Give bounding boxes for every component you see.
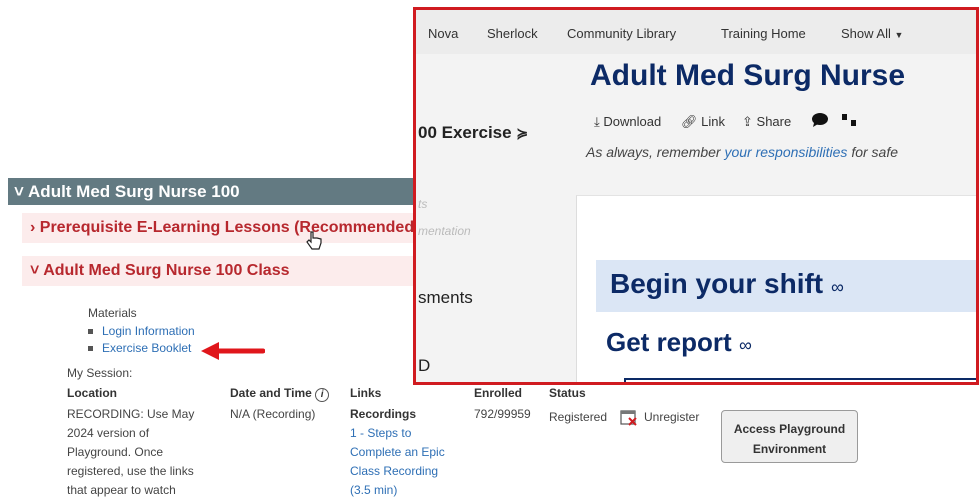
nav-training-home[interactable]: Training Home	[721, 26, 806, 41]
bullet-icon	[88, 329, 93, 335]
responsibilities-link[interactable]: your responsibilities	[724, 144, 847, 160]
date-cell: N/A (Recording)	[230, 407, 316, 421]
overlay-sidebar-faded-1: ts	[418, 197, 428, 211]
col-location: Location	[67, 386, 117, 400]
prerequisite-label: Prerequisite E-Learning Lessons (Recomme…	[39, 219, 420, 236]
overlay-sidebar-item-assessments[interactable]: sments	[418, 288, 473, 308]
exercise-booklet-link[interactable]: Exercise Booklet	[102, 341, 191, 355]
unregister-link[interactable]: Unregister	[644, 408, 699, 427]
nav-community-library[interactable]: Community Library	[567, 26, 676, 41]
enrolled-cell: 792/99959	[474, 407, 531, 421]
bullet-icon	[88, 346, 93, 352]
overlay-sidebar-item-d[interactable]: D	[418, 356, 430, 376]
link-tool[interactable]: 🔗︎ Link	[681, 114, 725, 130]
info-icon[interactable]: i	[315, 388, 330, 402]
hand-cursor-icon	[306, 231, 322, 256]
links-cell: Recordings 1 - Steps to Complete an Epic…	[350, 405, 460, 500]
red-arrow-annotation	[199, 340, 266, 367]
chevron-down-icon: ˅	[30, 262, 44, 279]
zoomed-screenshot-overlay: Nova Sherlock Community Library Training…	[413, 7, 979, 385]
calendar-remove-icon[interactable]	[620, 408, 638, 431]
thumbs-icon[interactable]	[841, 112, 859, 133]
recording-link[interactable]: 1 - Steps to Complete an Epic Class Reco…	[350, 424, 460, 500]
recordings-heading: Recordings	[350, 407, 417, 421]
material-item-login[interactable]: Login Information	[88, 324, 195, 338]
session-heading: My Session:	[67, 366, 133, 380]
course-title: Adult Med Surg Nurse 100	[28, 182, 240, 201]
caret-down-icon: ▼	[894, 30, 904, 40]
download-tool[interactable]: ⤓ Download	[594, 114, 661, 130]
anchor-link-icon[interactable]: ∞	[739, 335, 752, 355]
col-enrolled: Enrolled	[474, 386, 523, 400]
chevron-down-icon: ˅	[14, 182, 24, 201]
access-playground-button[interactable]: Access Playground Environment	[721, 410, 858, 463]
comment-icon[interactable]	[811, 112, 829, 133]
responsibilities-note: As always, remember your responsibilitie…	[586, 144, 899, 160]
location-cell: RECORDING: Use May 2024 version of Playg…	[67, 407, 195, 497]
nav-sherlock[interactable]: Sherlock	[487, 26, 538, 41]
col-links: Links	[350, 386, 382, 400]
anchor-link-icon[interactable]: ∞	[831, 277, 844, 297]
status-cell: Registered	[549, 410, 608, 424]
report-box	[624, 378, 976, 382]
double-chevron-down-icon: ≽	[516, 125, 529, 141]
col-status: Status	[549, 386, 586, 400]
material-item-booklet[interactable]: Exercise Booklet	[88, 341, 191, 355]
overlay-page-title: Adult Med Surg Nurse	[590, 59, 906, 92]
download-icon: ⤓	[594, 114, 600, 129]
nav-nova[interactable]: Nova	[428, 26, 458, 41]
col-date-time: Date and Time i	[230, 386, 330, 402]
share-icon: ⇪	[742, 114, 753, 129]
overlay-sidebar-faded-2: mentation	[418, 224, 471, 238]
class-label: Adult Med Surg Nurse 100 Class	[43, 262, 290, 279]
begin-shift-heading: Begin your shift ∞	[610, 268, 844, 299]
nav-show-all[interactable]: Show All ▼	[841, 26, 903, 41]
chevron-right-icon: ›	[30, 219, 40, 236]
link-icon: 🔗︎	[681, 114, 698, 129]
materials-heading: Materials	[88, 306, 137, 320]
get-report-heading: Get report ∞	[606, 327, 752, 357]
share-tool[interactable]: ⇪ Share	[742, 114, 791, 130]
overlay-sidebar-heading[interactable]: 00 Exercise ≽	[418, 123, 528, 143]
login-information-link[interactable]: Login Information	[102, 324, 195, 338]
